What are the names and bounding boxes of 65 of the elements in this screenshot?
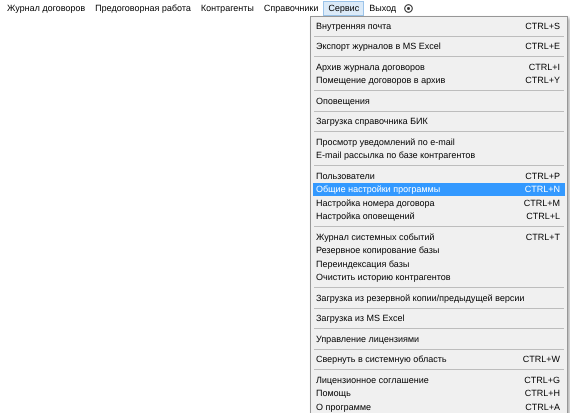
menu-bar-item[interactable]: Предоговорная работа	[90, 0, 196, 16]
menu-item-label: Загрузка справочника БИК	[316, 116, 428, 126]
shortcut-label: CTRL+T	[526, 232, 560, 242]
menu-item[interactable]: Внутренняя почта CTRL+S	[313, 19, 565, 32]
shortcut-label: CTRL+A	[525, 402, 560, 412]
menu-item[interactable]: Помещение договоров в архив CTRL+Y	[313, 74, 565, 87]
menu-item-label: Помощь	[316, 388, 351, 398]
menu-bar-item[interactable]: Контрагенты	[196, 0, 259, 16]
shortcut-label: CTRL+G	[524, 374, 560, 385]
menu-item[interactable]: Пользователи CTRL+P	[313, 169, 565, 182]
menu-item-label: Очистить историю контрагентов	[316, 272, 451, 282]
menu-item[interactable]: Архив журнала договоров CTRL+I	[313, 60, 565, 74]
menu-item-label: Управление лицензиями	[316, 334, 420, 344]
menu-item-label: Оповещения	[316, 96, 370, 106]
shortcut-label: CTRL+W	[522, 354, 560, 364]
menu-item[interactable]: Настройка оповещений CTRL+L	[313, 210, 565, 223]
menu-item-label: Пользователи	[316, 170, 375, 181]
shortcut-label: CTRL+I	[528, 62, 560, 72]
menu-item[interactable]: Настройка номера договора CTRL+M	[313, 196, 565, 210]
menu-item-label: Загрузка из MS Excel	[316, 313, 405, 324]
menu-item[interactable]: Очистить историю контрагентов	[313, 270, 565, 284]
menu-item[interactable]: Загрузка из резервной копии/предыдущей версии	[313, 291, 565, 304]
shortcut-label: CTRL+S	[525, 20, 560, 31]
menu-item-label: О программе	[316, 402, 372, 412]
menu-item-label: E-mail рассылка по базе контрагентов	[316, 150, 476, 160]
menu-item[interactable]: Загрузка справочника БИК	[313, 114, 565, 128]
menu-item[interactable]: О программе CTRL+A	[313, 400, 565, 413]
menu-item[interactable]: Экспорт журналов в MS Excel CTRL+E	[313, 40, 565, 53]
menu-item[interactable]: Резервное копирование базы	[313, 244, 565, 257]
menu-item[interactable]: Просмотр уведомлений по e-mail	[313, 135, 565, 148]
menu-item-label: Резервное копирование базы	[316, 245, 440, 256]
ring-icon[interactable]	[404, 4, 414, 12]
shortcut-label: CTRL+L	[526, 211, 560, 222]
menu-item-label: Свернуть в системную область	[316, 354, 447, 364]
menu-item[interactable]: Помощь CTRL+H	[313, 386, 565, 400]
shortcut-label: CTRL+H	[524, 388, 560, 398]
shortcut-label: CTRL+E	[525, 41, 560, 52]
menu-bar-item[interactable]: Журнал договоров	[2, 0, 90, 16]
menu-bar-item[interactable]: Выход	[364, 0, 402, 16]
menu-item-label: Архив журнала договоров	[316, 62, 425, 72]
menu-item[interactable]: Журнал системных событий CTRL+T	[313, 230, 565, 244]
menu-item-label: Общие настройки программы	[316, 184, 440, 194]
menu-item[interactable]: Лицензионное соглашение CTRL+G	[313, 373, 565, 386]
menu-item[interactable]: Загрузка из MS Excel	[313, 312, 565, 325]
menu-item-label: Лицензионное соглашение	[316, 374, 429, 385]
menu-item-label: Помещение договоров в архив	[316, 75, 446, 86]
menu-bar-item[interactable]: Сервис	[323, 0, 364, 16]
menu-item-label: Внутренняя почта	[316, 20, 392, 31]
menu-bar-item[interactable]: Справочники	[258, 0, 324, 16]
menu-item-label: Экспорт журналов в MS Excel	[316, 41, 441, 52]
shortcut-label: CTRL+P	[525, 170, 560, 181]
shortcut-label: CTRL+M	[524, 198, 560, 208]
menu-item-label: Просмотр уведомлений по e-mail	[316, 136, 455, 147]
shortcut-label: CTRL+Y	[525, 75, 560, 86]
menu-item[interactable]: Переиндексация базы	[313, 257, 565, 270]
menu-item-label: Журнал системных событий	[316, 232, 434, 242]
menu-item[interactable]: E-mail рассылка по базе контрагентов	[313, 148, 565, 162]
menu-item-label: Настройка номера договора	[316, 198, 435, 208]
menu-item[interactable]: Управление лицензиями	[313, 332, 565, 346]
menu-item-label: Загрузка из резервной копии/предыдущей версии	[316, 292, 524, 303]
menu-item-label: Настройка оповещений	[316, 211, 415, 222]
shortcut-label: CTRL+N	[524, 184, 560, 194]
menu-item[interactable]: Свернуть в системную область CTRL+W	[313, 352, 565, 366]
menu-item[interactable]: Оповещения	[313, 94, 565, 108]
menu-item-label: Переиндексация базы	[316, 258, 410, 269]
